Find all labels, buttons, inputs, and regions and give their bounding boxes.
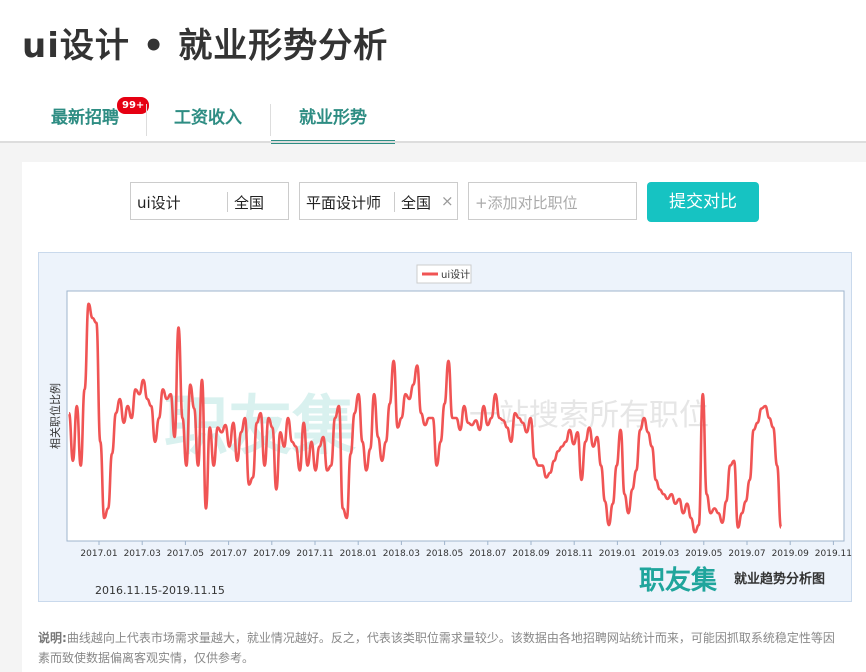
- x-tick-label: 2019.11: [815, 549, 852, 559]
- footer-caption: 就业趋势分析图: [734, 571, 825, 587]
- x-tick-label: 2017.01: [80, 549, 117, 559]
- x-tick-label: 2017.11: [296, 549, 333, 559]
- remove-compare-icon[interactable]: ×: [441, 192, 454, 210]
- page-title: ui设计 • 就业形势分析: [22, 26, 389, 66]
- x-tick-label: 2018.05: [426, 549, 463, 559]
- trend-chart-svg: 职友集 一站搜索所有职位ui设计相关职位比例2017.01 2017.03 2017.…: [48, 264, 852, 597]
- note-text: 曲线越向上代表市场需求量越大，就业情况越好。反之，代表该类职位需求量较少。该数据…: [38, 631, 835, 665]
- x-tick-label: 2017.09: [253, 549, 290, 559]
- x-tick-label: 2019.07: [728, 549, 765, 559]
- x-tick-label: 2018.09: [512, 549, 549, 559]
- x-tick-label: 2018.03: [383, 549, 420, 559]
- x-tick-label: 2019.01: [599, 549, 636, 559]
- x-tick-label: 2018.11: [556, 549, 593, 559]
- x-tick-label: 2018.01: [340, 549, 377, 559]
- compare-job-input[interactable]: ui设计: [137, 192, 181, 213]
- legend-label: ui设计: [441, 268, 470, 281]
- x-tick-label: 2017.05: [167, 549, 204, 559]
- tab-salary[interactable]: 工资收入: [147, 100, 269, 140]
- y-axis-label: 相关职位比例: [48, 383, 62, 449]
- submit-compare-button[interactable]: 提交对比: [647, 182, 759, 222]
- compare-item-1[interactable]: ui设计 全国: [130, 182, 289, 220]
- note-label: 说明:: [38, 631, 67, 645]
- x-tick-label: 2019.03: [642, 549, 679, 559]
- header-divider: [0, 141, 866, 143]
- input-divider: [394, 192, 395, 212]
- compare-city-select[interactable]: 全国: [234, 192, 264, 213]
- date-range-label: 2016.11.15-2019.11.15: [95, 584, 225, 597]
- add-compare-input[interactable]: +添加对比职位: [468, 182, 637, 220]
- x-tick-label: 2019.09: [772, 549, 809, 559]
- tab-employment-trend[interactable]: 就业形势: [271, 100, 395, 144]
- trend-panel: ui设计 全国 平面设计师 全国 × +添加对比职位 提交对比 职友集 一站搜索所…: [22, 162, 866, 672]
- tab-latest-jobs[interactable]: 最新招聘 99+: [25, 96, 151, 140]
- compare-job-input[interactable]: 平面设计师: [306, 192, 381, 213]
- add-compare-placeholder: +添加对比职位: [475, 194, 578, 212]
- x-tick-label: 2019.05: [685, 549, 722, 559]
- compare-item-2[interactable]: 平面设计师 全国 ×: [299, 182, 458, 220]
- x-tick-label: 2017.03: [124, 549, 161, 559]
- x-tick-label: 2017.07: [210, 549, 247, 559]
- chart-note: 说明:曲线越向上代表市场需求量越大，就业情况越好。反之，代表该类职位需求量较少。…: [38, 628, 844, 668]
- compare-city-select[interactable]: 全国: [401, 192, 431, 213]
- tab-label: 就业形势: [299, 108, 367, 128]
- tab-label: 工资收入: [174, 108, 242, 128]
- trend-chart: 职友集 一站搜索所有职位 ui设计 相关职位比例 2017.01 2017.03 2017.…: [38, 252, 852, 602]
- tab-label: 最新招聘: [51, 108, 119, 128]
- input-divider: [227, 192, 228, 212]
- footer-brand-logo: 职友集: [639, 565, 718, 595]
- page-header: ui设计 • 就业形势分析 最新招聘 99+ 工资收入 就业形势: [0, 0, 866, 144]
- x-tick-label: 2018.07: [469, 549, 506, 559]
